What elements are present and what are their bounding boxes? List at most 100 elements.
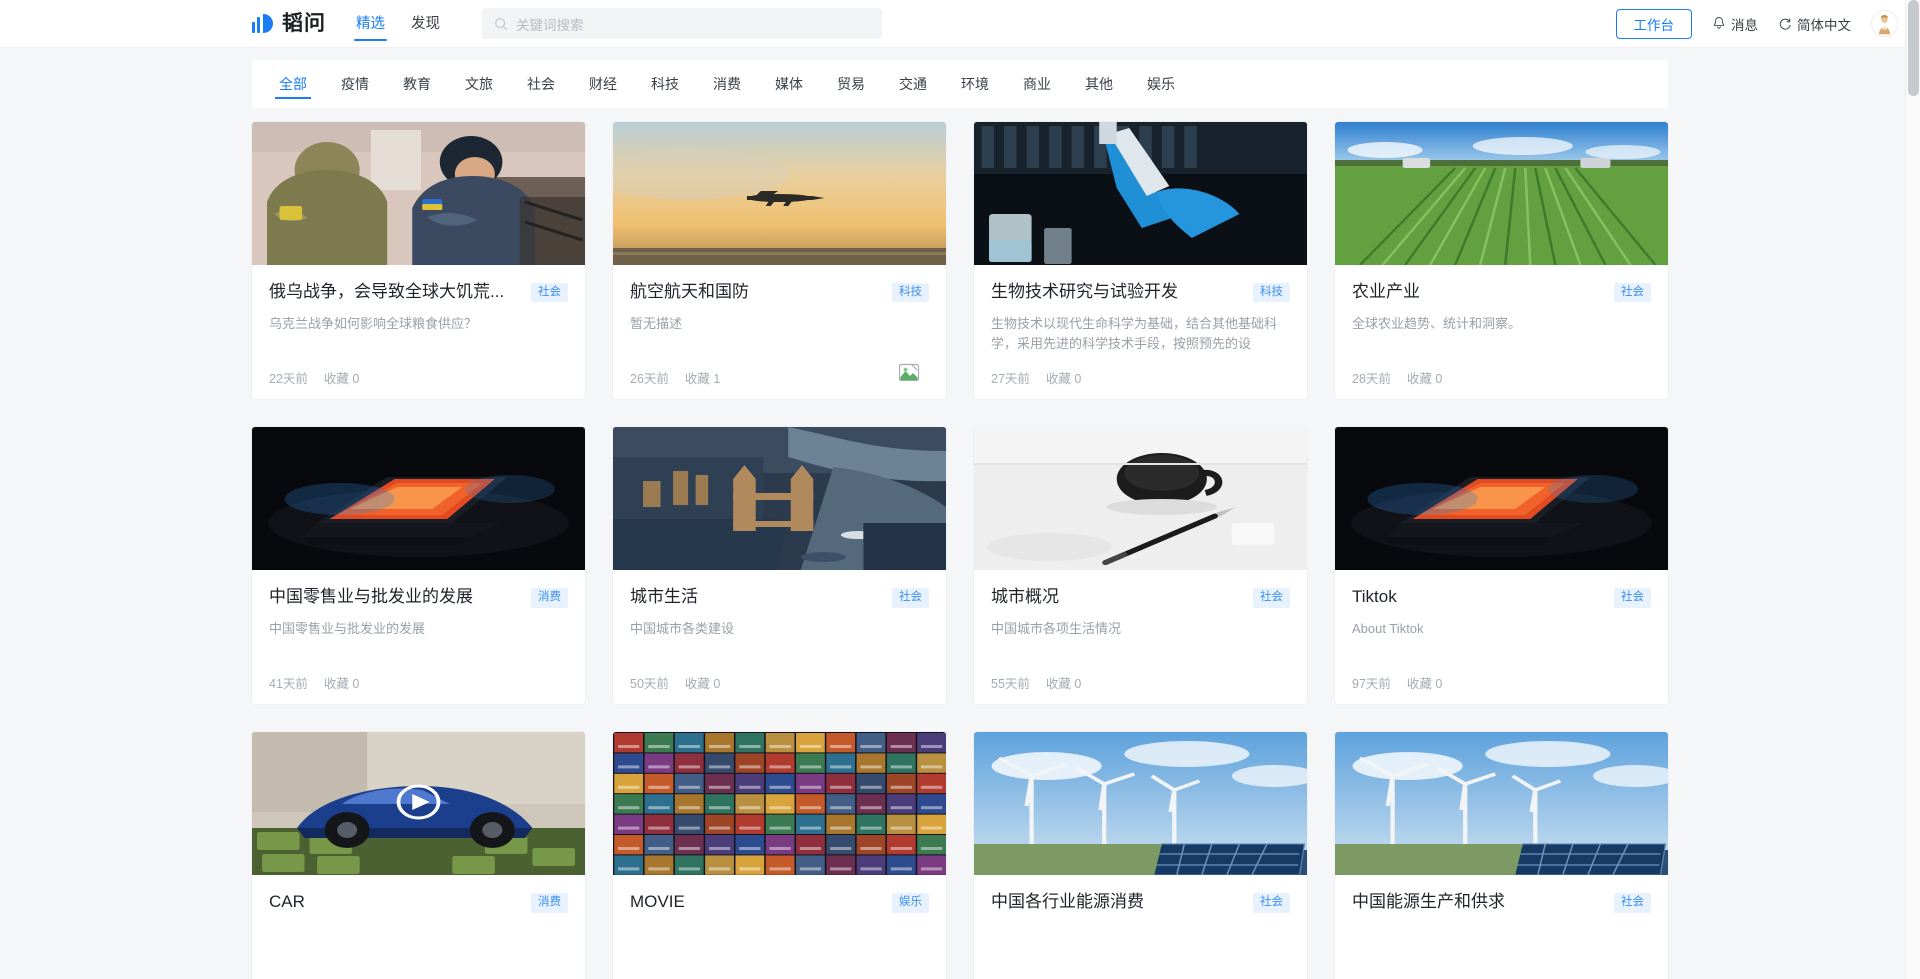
card-body: MOVIE 娱乐 bbox=[613, 875, 946, 979]
content-card[interactable]: MOVIE 娱乐 bbox=[613, 732, 946, 979]
card-thumbnail-sports-car-photo bbox=[252, 732, 585, 875]
category-tab-0[interactable]: 全部 bbox=[276, 60, 310, 108]
language-switcher[interactable]: 简体中文 bbox=[1778, 14, 1851, 34]
category-tab-4[interactable]: 社会 bbox=[524, 60, 558, 108]
card-body: 农业产业社会全球农业趋势、统计和洞察。28天前收藏 0 bbox=[1335, 265, 1668, 399]
content-card[interactable]: 中国能源生产和供求社会 bbox=[1335, 732, 1668, 979]
content-card[interactable]: 城市概况社会中国城市各项生活情况55天前收藏 0 bbox=[974, 427, 1307, 704]
card-thumbnail-farm-field-photo bbox=[1335, 122, 1668, 265]
card-footer: 50天前收藏 0 bbox=[630, 659, 929, 692]
category-tab-14[interactable]: 娱乐 bbox=[1144, 60, 1178, 108]
card-category-tag[interactable]: 社会 bbox=[1614, 893, 1651, 912]
card-title[interactable]: 中国零售业与批发业的发展 bbox=[269, 586, 521, 608]
content-card[interactable]: 城市生活社会中国城市各类建设50天前收藏 0 bbox=[613, 427, 946, 704]
workspace-button[interactable]: 工作台 bbox=[1616, 9, 1693, 39]
nav-tab-discover[interactable]: 发现 bbox=[409, 0, 442, 48]
search-input[interactable]: 关键词搜索 bbox=[516, 14, 584, 34]
card-category-tag[interactable]: 消费 bbox=[531, 588, 568, 607]
category-bar-wrapper: 全部疫情教育文旅社会财经科技 消费 媒体 贸易交通 环境 商业其他娱乐 bbox=[0, 48, 1920, 108]
scrollbar-thumb[interactable] bbox=[1908, 0, 1919, 96]
category-tab-label: 媒体 bbox=[775, 76, 803, 92]
card-category-tag[interactable]: 社会 bbox=[531, 283, 568, 302]
card-title[interactable]: 农业产业 bbox=[1352, 281, 1604, 303]
card-favorite-count: 收藏 0 bbox=[324, 368, 359, 387]
card-footer: 26天前收藏 1 bbox=[630, 354, 929, 387]
category-tab-6[interactable]: 科技 bbox=[648, 60, 682, 108]
card-footer bbox=[630, 965, 929, 979]
card-category-tag[interactable]: 社会 bbox=[1253, 893, 1290, 912]
card-thumbnail-wind-solar-photo bbox=[1335, 732, 1668, 875]
category-tab-label: 环境 bbox=[961, 76, 989, 92]
category-tab-2[interactable]: 教育 bbox=[400, 60, 434, 108]
main-nav-tabs: 精选 发现 bbox=[354, 0, 442, 48]
search-box[interactable]: 关键词搜索 bbox=[482, 8, 882, 39]
nav-tab-featured[interactable]: 精选 bbox=[354, 0, 387, 48]
card-title[interactable]: MOVIE bbox=[630, 891, 882, 913]
category-tab-11[interactable]: 环境 bbox=[958, 60, 992, 108]
category-tab-13[interactable]: 其他 bbox=[1082, 60, 1116, 108]
language-label: 简体中文 bbox=[1797, 14, 1851, 34]
card-description: 暂无描述 bbox=[630, 314, 929, 354]
card-footer bbox=[1352, 965, 1651, 979]
card-category-tag[interactable]: 科技 bbox=[1253, 283, 1290, 302]
card-title[interactable]: 中国能源生产和供求 bbox=[1352, 891, 1604, 913]
card-title[interactable]: 俄乌战争，会导致全球大饥荒... bbox=[269, 281, 521, 303]
card-title[interactable]: 中国各行业能源消费 bbox=[991, 891, 1243, 913]
card-thumbnail-lab-pipette-photo bbox=[974, 122, 1307, 265]
category-tab-5[interactable]: 财经 bbox=[586, 60, 620, 108]
content-card[interactable]: 中国零售业与批发业的发展消费中国零售业与批发业的发展41天前收藏 0 bbox=[252, 427, 585, 704]
card-thumbnail-movie-posters-collage bbox=[613, 732, 946, 875]
category-tab-9[interactable]: 贸易 bbox=[834, 60, 868, 108]
category-tab-3[interactable]: 文旅 bbox=[462, 60, 496, 108]
brand-logo[interactable]: 韬问 bbox=[252, 13, 326, 34]
card-title[interactable]: 航空航天和国防 bbox=[630, 281, 882, 303]
content-card[interactable]: Tiktok社会About Tiktok97天前收藏 0 bbox=[1335, 427, 1668, 704]
content-card[interactable]: 航空航天和国防科技暂无描述26天前收藏 1 bbox=[613, 122, 946, 399]
card-title-row: 城市概况社会 bbox=[991, 586, 1290, 608]
card-title-row: 中国能源生产和供求社会 bbox=[1352, 891, 1651, 913]
card-title[interactable]: CAR bbox=[269, 891, 521, 913]
card-body: Tiktok社会About Tiktok97天前收藏 0 bbox=[1335, 570, 1668, 704]
category-tab-8[interactable]: 媒体 bbox=[772, 60, 806, 108]
card-footer bbox=[269, 965, 568, 979]
card-category-tag[interactable]: 消费 bbox=[531, 893, 568, 912]
messages-button[interactable]: 消息 bbox=[1712, 14, 1758, 34]
content-card[interactable]: 中国各行业能源消费社会 bbox=[974, 732, 1307, 979]
card-category-tag[interactable]: 社会 bbox=[892, 588, 929, 607]
card-title[interactable]: Tiktok bbox=[1352, 586, 1604, 608]
top-header: 韬问 精选 发现 关键词搜索 工作台 消息 bbox=[0, 0, 1920, 48]
category-tab-12[interactable]: 商业 bbox=[1020, 60, 1054, 108]
card-footer: 55天前收藏 0 bbox=[991, 659, 1290, 692]
card-title-row: MOVIE 娱乐 bbox=[630, 891, 929, 913]
card-category-tag[interactable]: 社会 bbox=[1614, 588, 1651, 607]
card-category-tag[interactable]: 社会 bbox=[1614, 283, 1651, 302]
nav-tab-featured-label: 精选 bbox=[356, 16, 385, 32]
page-scrollbar[interactable] bbox=[1905, 0, 1920, 979]
card-category-tag[interactable]: 社会 bbox=[1253, 588, 1290, 607]
card-time: 26天前 bbox=[630, 368, 669, 387]
card-time: 97天前 bbox=[1352, 673, 1391, 692]
user-avatar[interactable] bbox=[1871, 10, 1898, 37]
card-title[interactable]: 生物技术研究与试验开发 bbox=[991, 281, 1243, 303]
card-description bbox=[269, 925, 568, 965]
card-favorite-count: 收藏 0 bbox=[324, 673, 359, 692]
card-title[interactable]: 城市概况 bbox=[991, 586, 1243, 608]
category-tab-7[interactable]: 消费 bbox=[710, 60, 744, 108]
card-footer: 97天前收藏 0 bbox=[1352, 659, 1651, 692]
card-favorite-count: 收藏 0 bbox=[1407, 368, 1442, 387]
card-footer: 27天前收藏 0 bbox=[991, 354, 1290, 387]
card-category-tag[interactable]: 科技 bbox=[892, 283, 929, 302]
category-tab-label: 消费 bbox=[713, 76, 741, 92]
content-card[interactable]: 农业产业社会全球农业趋势、统计和洞察。28天前收藏 0 bbox=[1335, 122, 1668, 399]
card-title[interactable]: 城市生活 bbox=[630, 586, 882, 608]
category-tab-1[interactable]: 疫情 bbox=[338, 60, 372, 108]
card-description bbox=[991, 925, 1290, 965]
card-time: 50天前 bbox=[630, 673, 669, 692]
category-tab-10[interactable]: 交通 bbox=[896, 60, 930, 108]
content-card[interactable]: 俄乌战争，会导致全球大饥荒...社会乌克兰战争如何影响全球粮食供应？22天前收藏… bbox=[252, 122, 585, 399]
content-card[interactable]: CAR 消费 bbox=[252, 732, 585, 979]
messages-label: 消息 bbox=[1731, 14, 1758, 34]
card-category-tag[interactable]: 娱乐 bbox=[892, 893, 929, 912]
card-title-row: 农业产业社会 bbox=[1352, 281, 1651, 303]
content-card[interactable]: 生物技术研究与试验开发科技生物技术以现代生命科学为基础，结合其他基础科学，采用先… bbox=[974, 122, 1307, 399]
